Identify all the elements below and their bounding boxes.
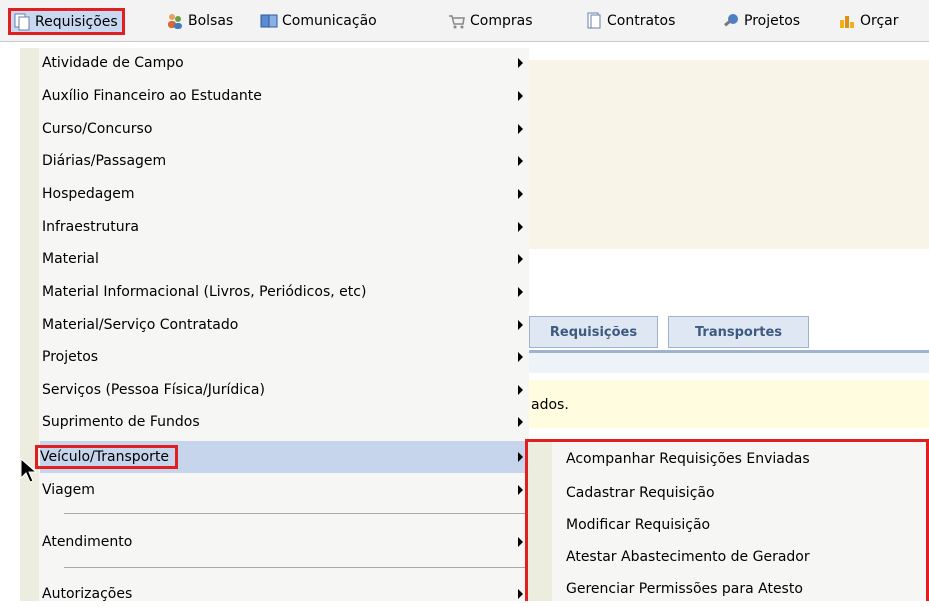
menu-item-auxilio-financeiro[interactable]: Auxílio Financeiro ao Estudante (42, 83, 527, 109)
menu-separator (64, 567, 530, 568)
submenu-arrow-icon (518, 58, 523, 68)
tab-bar: Requisições Transportes (529, 316, 929, 354)
menu-item-viagem[interactable]: Viagem (42, 477, 527, 503)
menu-item-material[interactable]: Material (42, 246, 527, 272)
submenu-arrow-icon (518, 417, 523, 427)
menu-gutter (20, 48, 39, 601)
menu-item-hospedagem[interactable]: Hospedagem (42, 181, 527, 207)
submenu-item-gerenciar-permissoes[interactable]: Gerenciar Permissões para Atesto (566, 574, 803, 604)
submenu-arrow-icon (518, 189, 523, 199)
submenu-item-atestar-abastecimento[interactable]: Atestar Abastecimento de Gerador (566, 542, 810, 572)
menu-compras[interactable]: Compras (448, 0, 533, 42)
menu-item-projetos[interactable]: Projetos (42, 344, 527, 370)
book-icon (260, 14, 278, 28)
menu-item-infraestrutura[interactable]: Infraestrutura (42, 214, 527, 240)
menu-item-servicos[interactable]: Serviços (Pessoa Física/Jurídica) (42, 377, 527, 403)
menu-item-diarias-passagem[interactable]: Diárias/Passagem (42, 148, 527, 174)
notice-bar (529, 380, 929, 428)
tab-transportes[interactable]: Transportes (668, 316, 809, 348)
selected-item-highlight: Veículo/Transporte (35, 445, 179, 469)
menu-orcamento[interactable]: Orçar (838, 0, 899, 42)
menu-requisicoes[interactable]: Requisições (8, 8, 125, 35)
submenu-arrow-icon (518, 452, 523, 462)
submenu-arrow-icon (518, 254, 523, 264)
submenu-arrow-icon (518, 156, 523, 166)
menu-contratos[interactable]: Contratos (585, 0, 675, 42)
menu-item-atendimento[interactable]: Atendimento (42, 529, 527, 555)
submenu-arrow-icon (518, 124, 523, 134)
veiculo-transporte-submenu: Acompanhar Requisições Enviadas Cadastra… (525, 439, 929, 601)
menu-bolsas[interactable]: Bolsas (166, 0, 233, 42)
submenu-arrow-icon (518, 222, 523, 232)
menu-comunicacao[interactable]: Comunicação (260, 0, 377, 42)
page-panel (529, 60, 929, 249)
notice-text: ados. (531, 397, 569, 413)
submenu-arrow-icon (518, 385, 523, 395)
submenu-item-cadastrar-requisicao[interactable]: Cadastrar Requisição (566, 478, 715, 508)
cart-icon (449, 15, 465, 29)
menu-item-suprimento-de-fundos[interactable]: Suprimento de Fundos (42, 409, 527, 435)
menu-projetos[interactable]: Projetos (722, 0, 800, 42)
top-menu-bar: Requisições Bolsas Comunicação Compras C… (0, 0, 929, 42)
menu-separator (64, 513, 530, 514)
menu-item-autorizacoes[interactable]: Autorizações (42, 581, 527, 607)
wrench-icon (724, 14, 738, 27)
menu-item-material-servico-contratado[interactable]: Material/Serviço Contratado (42, 312, 527, 338)
submenu-arrow-icon (518, 537, 523, 547)
bars-icon (840, 16, 854, 28)
tab-requisicoes[interactable]: Requisições (529, 316, 658, 348)
menu-item-material-informacional[interactable]: Material Informacional (Livros, Periódic… (42, 279, 527, 305)
submenu-arrow-icon (518, 287, 523, 297)
submenu-item-acompanhar-requisicoes[interactable]: Acompanhar Requisições Enviadas (566, 444, 810, 474)
requisicoes-dropdown: Atividade de Campo Auxílio Financeiro ao… (20, 48, 530, 602)
tab-content-stripe (529, 353, 929, 373)
submenu-arrow-icon (518, 352, 523, 362)
submenu-arrow-icon (518, 320, 523, 330)
document-icon (587, 12, 601, 29)
menu-item-veiculo-transporte[interactable]: Veículo/Transporte (35, 441, 527, 473)
menu-item-atividade-de-campo[interactable]: Atividade de Campo (42, 50, 527, 76)
menu-item-curso-concurso[interactable]: Curso/Concurso (42, 116, 527, 142)
mouse-cursor-icon (20, 458, 38, 483)
submenu-arrow-icon (518, 589, 523, 599)
submenu-arrow-icon (518, 91, 523, 101)
submenu-gutter (528, 442, 552, 601)
people-icon (168, 14, 182, 29)
submenu-item-modificar-requisicao[interactable]: Modificar Requisição (566, 510, 710, 540)
submenu-arrow-icon (518, 485, 523, 495)
documents-icon (14, 13, 30, 30)
